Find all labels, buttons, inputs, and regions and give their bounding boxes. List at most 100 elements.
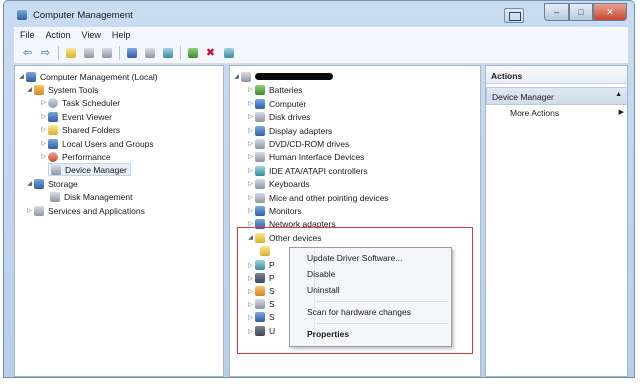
device-category[interactable]: ▷ DVD/CD-ROM drives [246, 137, 349, 150]
expand-arrow-icon[interactable]: ▷ [246, 207, 255, 214]
device-category-label: DVD/CD-ROM drives [269, 138, 350, 149]
tree-item-local-users[interactable]: ▷ Local Users and Groups [39, 137, 154, 150]
menu-item-properties[interactable]: Properties [307, 329, 349, 343]
device-category-label: IDE ATA/ATAPI controllers [269, 165, 368, 176]
tree-item-shared-folders[interactable]: ▷ Shared Folders [39, 123, 120, 136]
expand-arrow-icon[interactable]: ▷ [246, 153, 255, 160]
device-category-label: Batteries [269, 84, 303, 95]
device-manager-icon [51, 164, 61, 175]
menu-action[interactable]: Action [40, 30, 76, 40]
collapse-arrow-icon[interactable]: ◢ [232, 73, 241, 80]
collapse-up-icon[interactable]: ▲ [615, 91, 622, 98]
expand-arrow-icon[interactable]: ▷ [39, 113, 48, 120]
device-category[interactable]: ▷ Disk drives [246, 110, 311, 123]
tree-item-storage[interactable]: ◢ Storage [25, 177, 78, 190]
up-folder-icon[interactable] [63, 45, 78, 60]
tree-item-label: Storage [48, 178, 78, 189]
tree-item-label: Event Viewer [62, 111, 112, 122]
expand-arrow-icon[interactable]: ▷ [39, 126, 48, 133]
tree-item-label: Disk Management [64, 191, 133, 202]
expand-arrow-icon[interactable]: ▷ [246, 180, 255, 187]
redacted-computer-name [255, 73, 333, 80]
forward-icon[interactable]: ⇨ [38, 45, 53, 60]
scan-hardware-icon[interactable] [221, 45, 236, 60]
expand-arrow-icon[interactable]: ▷ [246, 194, 255, 201]
expand-arrow-icon[interactable]: ▷ [246, 127, 255, 134]
context-menu: Update Driver Software... Disable Uninst… [289, 247, 452, 347]
properties-icon[interactable] [99, 45, 114, 60]
collapse-arrow-icon[interactable]: ◢ [25, 86, 34, 93]
menu-item-uninstall[interactable]: Uninstall [307, 285, 340, 299]
menu-separator [317, 301, 448, 302]
display-adapter-icon [255, 125, 265, 136]
back-icon[interactable]: ⇦ [20, 45, 35, 60]
screen-icon[interactable] [504, 8, 524, 23]
expand-arrow-icon[interactable]: ▷ [246, 140, 255, 147]
expand-arrow-icon[interactable]: ▷ [246, 100, 255, 107]
ide-controller-icon [255, 165, 265, 176]
tree-item-services-apps[interactable]: ▷ Services and Applications [25, 204, 145, 217]
collapse-arrow-icon[interactable]: ◢ [17, 73, 26, 80]
services-icon [34, 205, 44, 216]
menu-view[interactable]: View [76, 30, 106, 40]
tree-item-system-tools[interactable]: ◢ System Tools [25, 83, 98, 96]
keyboard-icon [255, 178, 265, 189]
device-category[interactable]: ▷ Computer [246, 97, 306, 110]
hid-icon [255, 151, 265, 162]
minimize-button[interactable]: – [544, 3, 569, 21]
expand-arrow-icon[interactable]: ▷ [246, 167, 255, 174]
toolbar-separator [58, 45, 59, 60]
show-hide-action-pane-icon[interactable] [142, 45, 157, 60]
expand-arrow-icon[interactable]: ▷ [246, 220, 255, 227]
device-category[interactable]: ▷ Batteries [246, 83, 303, 96]
toolbar-separator [180, 45, 181, 60]
show-hide-tree-icon[interactable] [81, 45, 96, 60]
more-actions-label: More Actions [510, 108, 560, 118]
tree-item-task-scheduler[interactable]: ▷ Task Scheduler [39, 96, 120, 109]
expand-arrow-icon[interactable]: ▷ [39, 153, 48, 160]
maximize-button[interactable]: □ [569, 3, 593, 21]
menu-item-update-driver[interactable]: Update Driver Software... [307, 253, 402, 267]
device-category[interactable]: ▷ IDE ATA/ATAPI controllers [246, 164, 368, 177]
device-category-label: Monitors [269, 205, 302, 216]
close-button[interactable]: ✕ [593, 3, 627, 21]
actions-section-device-manager[interactable]: Device Manager ▲ [486, 87, 627, 105]
tree-item-root[interactable]: ◢ Computer Management (Local) [17, 70, 158, 83]
expand-arrow-icon[interactable]: ▷ [39, 99, 48, 106]
menu-item-disable[interactable]: Disable [307, 269, 335, 283]
device-category[interactable]: ▷ Mice and other pointing devices [246, 191, 389, 204]
help-icon[interactable] [124, 45, 139, 60]
tree-item-device-manager[interactable]: Device Manager [48, 163, 131, 176]
actions-pane: Actions Device Manager ▲ More Actions ▶ [485, 65, 628, 377]
tools-icon [34, 84, 44, 95]
title-bar[interactable]: Computer Management – □ ✕ [4, 1, 634, 27]
tree-item-event-viewer[interactable]: ▷ Event Viewer [39, 110, 112, 123]
expand-arrow-icon[interactable]: ▷ [246, 86, 255, 93]
expand-arrow-icon[interactable]: ▷ [246, 113, 255, 120]
battery-icon [255, 84, 265, 95]
menu-file[interactable]: File [14, 30, 40, 40]
window-title: Computer Management [33, 10, 133, 21]
device-tree-root[interactable]: ◢ [232, 70, 333, 83]
collapse-arrow-icon[interactable]: ◢ [25, 180, 34, 187]
monitor-icon [255, 205, 265, 216]
device-category[interactable]: ▷ Keyboards [246, 177, 310, 190]
device-category[interactable]: ▷ Human Interface Devices [246, 150, 364, 163]
uninstall-icon[interactable]: ✖ [203, 45, 218, 60]
menu-help[interactable]: Help [106, 30, 136, 40]
device-icon[interactable] [160, 45, 175, 60]
tree-item-label: Local Users and Groups [62, 138, 154, 149]
menu-item-scan-hardware[interactable]: Scan for hardware changes [307, 307, 411, 321]
tree-item-disk-management[interactable]: Disk Management [48, 190, 133, 203]
device-category[interactable]: ▷ Display adapters [246, 124, 332, 137]
computer-management-icon [17, 10, 27, 20]
tree-item-label: Device Manager [65, 164, 127, 175]
device-category-label: Human Interface Devices [269, 151, 365, 162]
update-driver-icon[interactable] [185, 45, 200, 60]
tree-item-performance[interactable]: ▷ Performance [39, 150, 111, 163]
expand-arrow-icon[interactable]: ▷ [39, 140, 48, 147]
expand-arrow-icon[interactable]: ▷ [25, 207, 34, 214]
more-actions-item[interactable]: More Actions ▶ [510, 108, 625, 122]
device-category[interactable]: ▷ Monitors [246, 204, 302, 217]
shared-folder-icon [48, 124, 58, 135]
